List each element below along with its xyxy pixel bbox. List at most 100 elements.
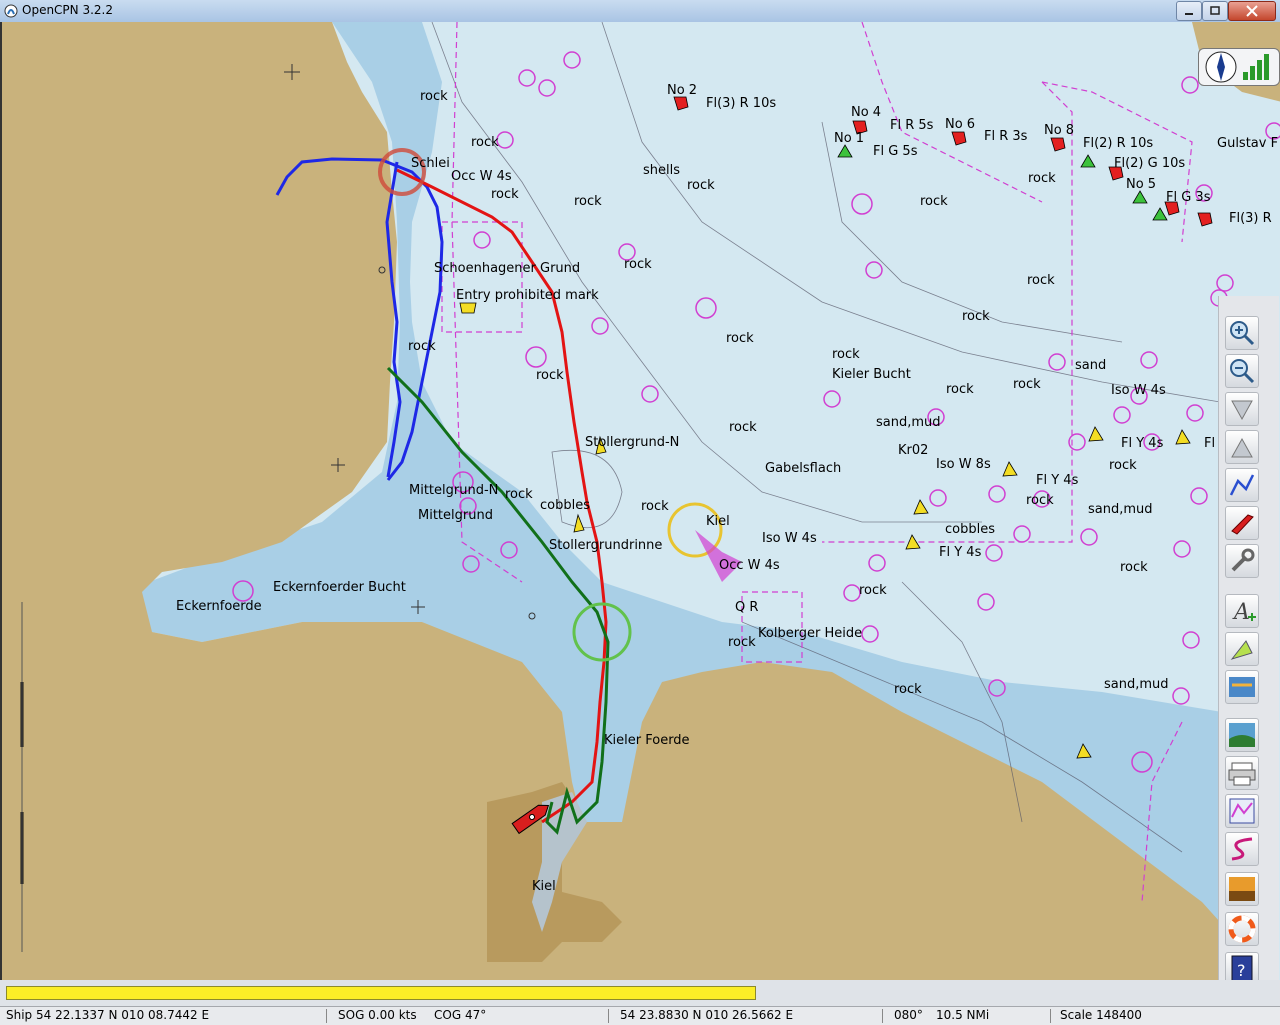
chart-label: rock xyxy=(471,135,499,150)
chart-label: Iso W 4s xyxy=(762,531,817,546)
minimize-button[interactable] xyxy=(1176,1,1202,21)
chart-label: rock xyxy=(574,194,602,209)
status-bar: Ship 54 22.1337 N 010 08.7442 E SOG 0.00… xyxy=(0,1006,1280,1025)
svg-text:?: ? xyxy=(1237,961,1246,980)
tracks-icon xyxy=(1231,837,1253,861)
route-button[interactable] xyxy=(1225,468,1259,502)
chart-label: No 8 xyxy=(1044,123,1075,138)
scale-down-button[interactable] xyxy=(1225,392,1259,426)
chart-label: Fl R 5s xyxy=(890,118,934,133)
chart-label: Mittelgrund-N xyxy=(409,483,499,498)
opencpn-app-icon xyxy=(4,4,18,18)
close-button[interactable] xyxy=(1228,1,1276,21)
scale-up-icon xyxy=(1231,437,1253,458)
cog-value: COG 47° xyxy=(434,1008,487,1022)
chart-label: Fl xyxy=(1204,436,1216,451)
chart-label: sand,mud xyxy=(1088,502,1153,517)
chart-label: Fl Y 4s xyxy=(939,545,982,560)
chart-label: Occ W 4s xyxy=(451,169,512,184)
print-button[interactable] xyxy=(1225,756,1259,790)
chart-label: Fl(2) R 10s xyxy=(1083,136,1154,151)
chart-label: Stollergrund-N xyxy=(585,435,680,450)
mob-button[interactable] xyxy=(1225,912,1259,946)
chart-label: rock xyxy=(1109,458,1137,473)
chart-label: Kiel xyxy=(532,879,556,894)
chart-label: rock xyxy=(726,331,754,346)
scale-up-button[interactable] xyxy=(1225,430,1259,464)
text-button[interactable]: A xyxy=(1225,594,1259,628)
route-icon xyxy=(1229,474,1255,496)
chart-label: rock xyxy=(946,382,974,397)
tide-icon xyxy=(1230,640,1253,660)
sog-value: SOG 0.00 kts xyxy=(338,1008,417,1022)
chart-label: rock xyxy=(408,339,436,354)
route-manager-icon xyxy=(1229,723,1255,747)
chart-canvas[interactable]: rock Schlei Occ W 4s rock rock Schoenhag… xyxy=(0,22,1280,980)
chart-label: Iso W 4s xyxy=(1111,383,1166,398)
chart-label: rock xyxy=(920,194,948,209)
chart-label: Fl G 5s xyxy=(873,144,918,159)
compass-widget[interactable] xyxy=(1198,48,1280,86)
chart-label: cobbles xyxy=(945,522,995,537)
ship-position: Ship 54 22.1337 N 010 08.7442 E xyxy=(6,1008,210,1022)
distance-value: 10.5 NMi xyxy=(936,1008,990,1022)
chart-label: shells xyxy=(643,163,681,178)
chart-label: Gabelsflach xyxy=(765,461,842,476)
chart-label: rock xyxy=(729,420,757,435)
tracks-button[interactable] xyxy=(1225,832,1259,866)
chart-label: No 4 xyxy=(851,105,882,120)
ship-follow-button[interactable] xyxy=(1225,506,1259,540)
chart-label: Fl(3) R 10s xyxy=(706,96,777,111)
chart-label: Kieler Foerde xyxy=(604,733,690,748)
chart-label: rock xyxy=(641,499,669,514)
mob-icon xyxy=(1228,915,1256,943)
bearing-value: 080° xyxy=(894,1008,923,1022)
cursor-position: 54 23.8830 N 010 26.5662 E xyxy=(620,1008,794,1022)
current-button[interactable] xyxy=(1225,670,1259,704)
chart-label: rock xyxy=(536,368,564,383)
zoom-out-button[interactable] xyxy=(1225,354,1259,388)
settings-button[interactable] xyxy=(1225,544,1259,578)
svg-text:A: A xyxy=(1232,600,1250,625)
scale-down-icon xyxy=(1231,400,1253,421)
color-scheme-icon xyxy=(1229,877,1255,901)
chart-label: Schlei xyxy=(411,156,450,171)
chart-label: Eckernfoerde xyxy=(176,599,262,614)
chart-label: Fl(3) R xyxy=(1229,211,1272,226)
maximize-icon xyxy=(1210,6,1220,15)
ship-follow-icon xyxy=(1231,514,1254,535)
signal-strength-icon xyxy=(1243,54,1269,80)
chart-label: No 5 xyxy=(1126,177,1157,192)
chart-label: rock xyxy=(491,187,519,202)
chart-label: Stollergrundrinne xyxy=(549,538,663,553)
chart-label: Fl Y 4s xyxy=(1121,436,1164,451)
progress-bar xyxy=(6,986,756,1000)
chart-label: sand,mud xyxy=(876,415,941,430)
chart-label: rock xyxy=(832,347,860,362)
chart-label: rock xyxy=(859,583,887,598)
zoom-in-button[interactable] xyxy=(1225,316,1259,350)
chart-label: No 6 xyxy=(945,117,976,132)
current-icon xyxy=(1229,677,1255,697)
chart-label: Kiel xyxy=(706,514,730,529)
text-icon: A xyxy=(1232,600,1256,625)
chart-label: rock xyxy=(1026,493,1054,508)
chart-label: rock xyxy=(1120,560,1148,575)
chart-label: rock xyxy=(728,635,756,650)
track-button[interactable] xyxy=(1225,794,1259,828)
chart-label: sand xyxy=(1075,358,1107,373)
scale-value: Scale 148400 xyxy=(1060,1008,1142,1022)
chart-label: Entry prohibited mark xyxy=(456,288,599,303)
window-title-bar[interactable]: OpenCPN 3.2.2 xyxy=(0,0,1280,23)
chart-label: Iso W 8s xyxy=(936,457,991,472)
chart-label: Kolberger Heide xyxy=(758,626,863,641)
color-scheme-button[interactable] xyxy=(1225,872,1259,906)
zoom-out-icon xyxy=(1230,359,1255,384)
chart-label: No 2 xyxy=(667,83,698,98)
maximize-button[interactable] xyxy=(1202,1,1228,21)
route-manager-button[interactable] xyxy=(1225,718,1259,752)
chart-label: Mittelgrund xyxy=(418,508,493,523)
window-title: OpenCPN 3.2.2 xyxy=(22,3,113,17)
tide-button[interactable] xyxy=(1225,632,1259,666)
chart-label: Fl G 3s xyxy=(1166,190,1211,205)
